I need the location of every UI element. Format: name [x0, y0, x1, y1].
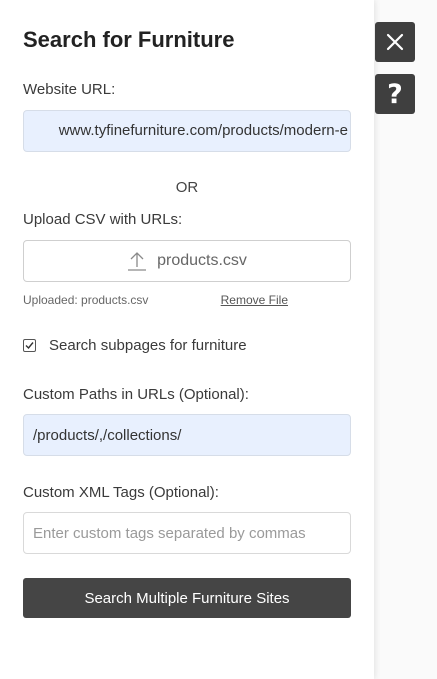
subpages-checkbox[interactable] — [23, 339, 36, 352]
remove-file-link[interactable]: Remove File — [221, 292, 288, 308]
or-divider: OR — [175, 179, 199, 196]
search-panel: Search for Furniture Website URL: www.ty… — [0, 0, 374, 679]
checkmark-icon — [25, 342, 34, 350]
custom-xml-label: Custom XML Tags (Optional): — [23, 484, 219, 501]
upload-status: Uploaded: products.csv — [23, 293, 149, 307]
subpages-label: Search subpages for furniture — [49, 337, 247, 354]
panel-title: Search for Furniture — [23, 27, 235, 52]
subpages-option[interactable]: Search subpages for furniture — [23, 337, 247, 354]
website-url-value: www.tyfinefurniture.com/products/modern-… — [58, 122, 348, 139]
custom-paths-input[interactable] — [23, 414, 351, 456]
upload-icon — [128, 252, 147, 271]
close-button[interactable] — [375, 22, 415, 62]
upload-csv-label: Upload CSV with URLs: — [23, 211, 183, 228]
help-button[interactable]: ? — [375, 74, 415, 114]
website-url-input[interactable]: www.tyfinefurniture.com/products/modern-… — [23, 110, 351, 152]
custom-xml-input[interactable] — [23, 512, 351, 554]
upload-file-name: products.csv — [157, 252, 247, 269]
question-mark-icon: ? — [387, 78, 403, 110]
website-url-label: Website URL: — [23, 81, 116, 98]
search-multiple-sites-button[interactable]: Search Multiple Furniture Sites — [23, 578, 351, 618]
close-icon — [386, 33, 404, 51]
upload-csv-button[interactable]: products.csv — [23, 240, 351, 282]
custom-paths-label: Custom Paths in URLs (Optional): — [23, 386, 249, 403]
